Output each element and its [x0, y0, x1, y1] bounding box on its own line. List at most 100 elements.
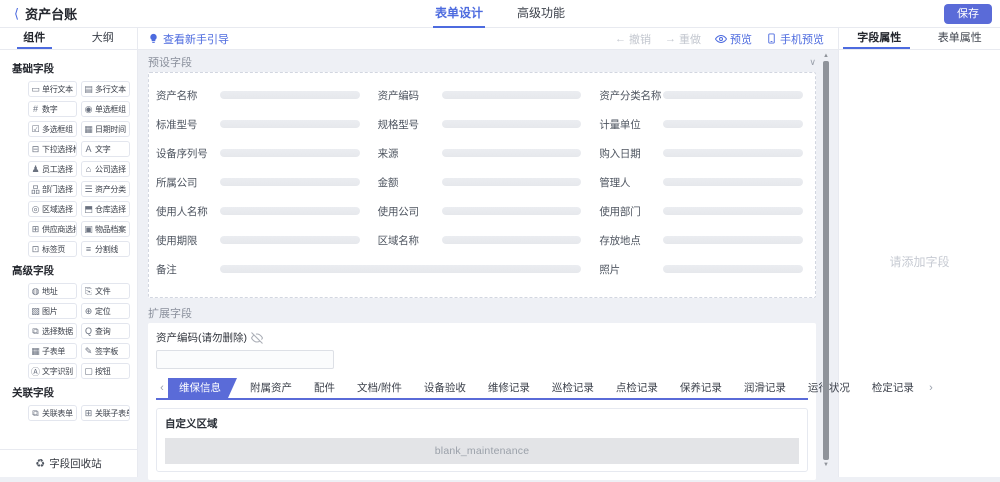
preset-field-asset-code[interactable]: 资产编码 — [378, 90, 582, 102]
preset-field-amount[interactable]: 金额 — [378, 177, 582, 189]
custom-area-panel: 自定义区域 blank_maintenance — [156, 408, 808, 472]
field-type-item-archive[interactable]: ▣ 物品档案 — [81, 221, 130, 237]
redo-button[interactable]: → 重做 — [665, 31, 701, 47]
text-icon: A — [85, 144, 92, 154]
newbie-guide-link[interactable]: 查看新手引导 — [148, 31, 229, 47]
scrollbar-thumb[interactable] — [823, 61, 829, 460]
subform-icon: ▦ — [31, 345, 40, 356]
field-type-single-line-text[interactable]: ▭ 单行文本 — [28, 81, 77, 97]
asset-code-input[interactable] — [156, 350, 334, 369]
field-type-related-subform[interactable]: ⊞ 关联子表单 — [81, 405, 130, 421]
properties-empty-hint: 请添加字段 — [889, 255, 950, 269]
scroll-down-icon[interactable]: ▼ — [823, 461, 829, 469]
preset-field-using-department[interactable]: 使用部门 — [599, 206, 803, 218]
field-type-dropdown[interactable]: ⊟ 下拉选择框 — [28, 141, 77, 157]
field-type-asset-category[interactable]: ☰ 资产分类 — [81, 181, 130, 197]
preset-field-source[interactable]: 来源 — [378, 148, 582, 160]
tab-calibration-records[interactable]: 检定记录 — [861, 378, 925, 398]
field-type-divider[interactable]: ≡ 分割线 — [81, 241, 130, 257]
field-type-number[interactable]: # 数字 — [28, 101, 77, 117]
field-type-signature-pad[interactable]: ✎ 签字板 — [81, 343, 130, 359]
tab-attached-assets[interactable]: 附属资产 — [239, 378, 303, 398]
component-sidebar: 组件 大纲 基础字段 ▭ 单行文本 ▤ 多行文本 # 数字 ◉ 单选框组 ☑ 多选框组 ▦… — [0, 28, 138, 477]
tab-form-properties[interactable]: 表单属性 — [920, 28, 1000, 49]
related-fields-grid: ⧉ 关联表单 ⊞ 关联子表单 — [28, 405, 131, 421]
asset-code-label: 资产编码(请勿删除) — [156, 332, 247, 344]
preset-field-remarks[interactable]: 备注 — [156, 264, 582, 276]
preset-field-serial-number[interactable]: 设备序列号 — [156, 148, 360, 160]
tab-form-design[interactable]: 表单设计 — [432, 0, 486, 28]
field-type-select-data[interactable]: ⧉ 选择数据 — [28, 323, 77, 339]
save-button[interactable]: 保存 — [944, 3, 992, 24]
field-type-company-select[interactable]: ⌂ 公司选择 — [81, 161, 130, 177]
field-placeholder-bar — [220, 236, 360, 244]
field-type-subform[interactable]: ▦ 子表单 — [28, 343, 77, 359]
tab-lubrication-records[interactable]: 润滑记录 — [733, 378, 797, 398]
canvas-scrollbar[interactable]: ▲ ▼ — [822, 52, 830, 469]
field-type-address[interactable]: ◍ 地址 — [28, 283, 77, 299]
preset-field-photo[interactable]: 照片 — [599, 264, 803, 276]
tabs-scroll-left-icon[interactable]: ‹ — [156, 378, 168, 398]
preset-field-asset-name[interactable]: 资产名称 — [156, 90, 360, 102]
back-icon[interactable]: ⟨ — [14, 6, 19, 22]
collapse-chevron-icon[interactable]: ∨ — [809, 57, 816, 68]
tab-components[interactable]: 组件 — [0, 28, 69, 49]
field-type-location[interactable]: ⊕ 定位 — [81, 303, 130, 319]
preview-button[interactable]: 预览 — [715, 31, 752, 47]
tab-advanced-features[interactable]: 高级功能 — [515, 0, 567, 28]
tab-documents[interactable]: 文档/附件 — [346, 378, 413, 398]
field-type-label: 按钮 — [95, 366, 111, 376]
field-type-employee-select[interactable]: ♟ 员工选择 — [28, 161, 77, 177]
field-type-text[interactable]: A 文字 — [81, 141, 130, 157]
tabs-scroll-right-icon[interactable]: › — [925, 378, 937, 398]
field-type-multi-line-text[interactable]: ▤ 多行文本 — [81, 81, 130, 97]
field-recycle-bin-button[interactable]: ♻ 字段回收站 — [0, 449, 137, 477]
field-type-image[interactable]: ▧ 图片 — [28, 303, 77, 319]
field-type-department-select[interactable]: 品部门选择 — [28, 181, 77, 197]
field-type-tab-page[interactable]: ⊡ 标签页 — [28, 241, 77, 257]
field-type-file[interactable]: ⎘ 文件 — [81, 283, 130, 299]
preset-field-purchase-date[interactable]: 购入日期 — [599, 148, 803, 160]
field-type-button[interactable]: ▢ 按钮 — [81, 363, 130, 379]
tab-maintenance-info[interactable]: 维保信息 — [168, 378, 237, 398]
tab-upkeep-records[interactable]: 保养记录 — [669, 378, 733, 398]
preset-field-unit[interactable]: 计量单位 — [599, 119, 803, 131]
preset-field-spec-model[interactable]: 规格型号 — [378, 119, 582, 131]
asset-code-hidden-field[interactable]: 资产编码(请勿删除) — [156, 330, 808, 345]
tab-outline[interactable]: 大纲 — [69, 28, 138, 49]
preset-field-user-name[interactable]: 使用人名称 — [156, 206, 360, 218]
scroll-up-icon[interactable]: ▲ — [823, 52, 829, 60]
extended-section-label: 扩展字段 — [148, 308, 192, 320]
tab-equipment-acceptance[interactable]: 设备验收 — [413, 378, 477, 398]
undo-button[interactable]: ← 撤销 — [615, 31, 651, 47]
field-type-region-select[interactable]: ◎ 区域选择 — [28, 201, 77, 217]
tab-parts[interactable]: 配件 — [303, 378, 346, 398]
field-type-datetime[interactable]: ▦ 日期时间 — [81, 121, 130, 137]
extended-section-header: 扩展字段 — [148, 305, 816, 321]
tab-inspection-records[interactable]: 巡检记录 — [541, 378, 605, 398]
preset-field-region-name[interactable]: 区域名称 — [378, 235, 582, 247]
tab-spot-check-records[interactable]: 点检记录 — [605, 378, 669, 398]
tab-field-properties[interactable]: 字段属性 — [839, 28, 920, 49]
preset-field-asset-category-name[interactable]: 资产分类名称 — [599, 90, 803, 102]
custom-area-dropzone[interactable]: blank_maintenance — [165, 438, 799, 464]
field-type-related-form[interactable]: ⧉ 关联表单 — [28, 405, 77, 421]
preset-field-storage-location[interactable]: 存放地点 — [599, 235, 803, 247]
field-type-label: 文字 — [95, 144, 111, 154]
field-type-query[interactable]: Q 查询 — [81, 323, 130, 339]
preset-field-standard-model[interactable]: 标准型号 — [156, 119, 360, 131]
preset-field-using-company[interactable]: 使用公司 — [378, 206, 582, 218]
field-type-supplier-select[interactable]: ⊞ 供应商选择 — [28, 221, 77, 237]
preset-field-manager[interactable]: 管理人 — [599, 177, 803, 189]
recycle-icon: ♻ — [35, 458, 46, 470]
field-type-ocr[interactable]: Ⓐ 文字识别 — [28, 363, 77, 379]
canvas-column: 查看新手引导 ← 撤销 → 重做 预览 手机预览 预设字段 ∨ 资产名称 资产编… — [138, 28, 933, 480]
field-type-radio-group[interactable]: ◉ 单选框组 — [81, 101, 130, 117]
tab-repair-records[interactable]: 维修记录 — [477, 378, 541, 398]
image-icon: ▧ — [31, 305, 40, 316]
field-type-warehouse-select[interactable]: ⬒ 仓库选择 — [81, 201, 130, 217]
field-type-checkbox-group[interactable]: ☑ 多选框组 — [28, 121, 77, 137]
mobile-preview-button[interactable]: 手机预览 — [766, 31, 824, 47]
preset-field-owning-company[interactable]: 所属公司 — [156, 177, 360, 189]
preset-field-usage-period[interactable]: 使用期限 — [156, 235, 360, 247]
